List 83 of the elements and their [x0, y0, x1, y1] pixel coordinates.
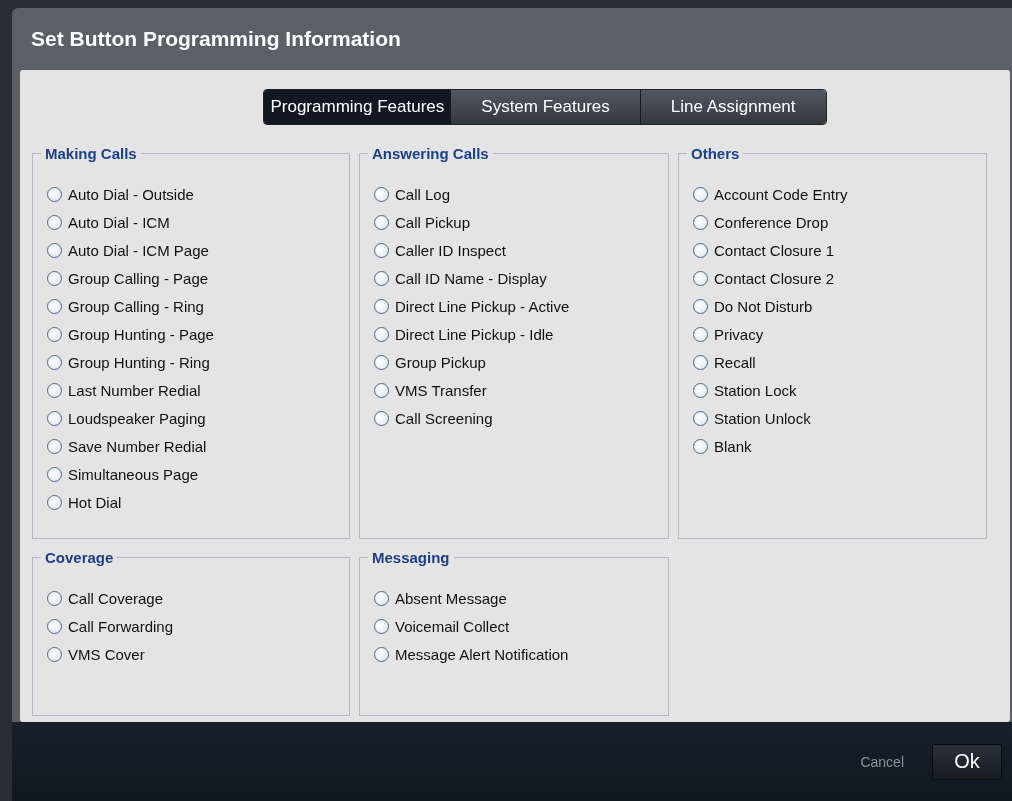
- radio-button[interactable]: [47, 466, 62, 482]
- option-label: Group Pickup: [395, 353, 486, 371]
- radio-button[interactable]: [47, 354, 62, 370]
- option-label: Call Screening: [395, 409, 493, 427]
- radio-button[interactable]: [693, 186, 708, 202]
- tab[interactable]: System Features: [450, 90, 640, 124]
- radio-button[interactable]: [693, 214, 708, 230]
- radio-button[interactable]: [693, 270, 708, 286]
- option-label: Simultaneous Page: [68, 465, 199, 483]
- radio-button[interactable]: [47, 298, 62, 314]
- option-label: Voicemail Collect: [395, 617, 510, 635]
- radio-button[interactable]: [374, 242, 389, 258]
- radio-button[interactable]: [47, 618, 62, 634]
- option-label: Call ID Name - Display: [395, 269, 547, 287]
- tab[interactable]: Programming Features: [264, 90, 451, 124]
- option-label: Call Pickup: [395, 213, 471, 231]
- radio-button[interactable]: [693, 410, 708, 426]
- radio-button[interactable]: [693, 242, 708, 258]
- radio-button[interactable]: [47, 242, 62, 258]
- option-label: Station Lock: [714, 381, 797, 399]
- option-label: Direct Line Pickup - Active: [395, 297, 570, 315]
- option-label: Message Alert Notification: [395, 645, 569, 663]
- option-label: Call Log: [395, 185, 451, 203]
- radio-button[interactable]: [47, 438, 62, 454]
- option-label: Auto Dial - Outside: [68, 185, 194, 203]
- radio-button[interactable]: [374, 186, 389, 202]
- option-label: Last Number Redial: [68, 381, 201, 399]
- option-label: Auto Dial - ICM: [68, 213, 170, 231]
- radio-button[interactable]: [47, 382, 62, 398]
- group-title: Answering Calls: [368, 145, 493, 163]
- option-label: Auto Dial - ICM Page: [68, 241, 209, 259]
- radio-button[interactable]: [374, 590, 389, 606]
- radio-button[interactable]: [47, 590, 62, 606]
- group-title: Making Calls: [41, 145, 141, 163]
- radio-button[interactable]: [47, 646, 62, 662]
- radio-button[interactable]: [693, 438, 708, 454]
- radio-button[interactable]: [374, 214, 389, 230]
- option-label: Absent Message: [395, 589, 507, 607]
- radio-button[interactable]: [47, 326, 62, 342]
- option-label: Caller ID Inspect: [395, 241, 506, 259]
- radio-button[interactable]: [374, 298, 389, 314]
- window-title: Set Button Programming Information: [30, 26, 401, 51]
- option-label: Save Number Redial: [68, 437, 207, 455]
- group-title: Messaging: [368, 549, 454, 567]
- radio-button[interactable]: [47, 410, 62, 426]
- radio-button[interactable]: [374, 382, 389, 398]
- option-label: Station Unlock: [714, 409, 811, 427]
- cancel-button[interactable]: Cancel: [856, 749, 908, 774]
- tab[interactable]: Line Assignment: [639, 90, 826, 124]
- radio-button[interactable]: [693, 298, 708, 314]
- radio-button[interactable]: [374, 646, 389, 662]
- option-label: VMS Cover: [68, 645, 145, 663]
- option-label: Hot Dial: [68, 493, 122, 511]
- option-label: Loudspeaker Paging: [68, 409, 206, 427]
- radio-button[interactable]: [374, 270, 389, 286]
- radio-button[interactable]: [374, 354, 389, 370]
- radio-button[interactable]: [47, 270, 62, 286]
- option-label: Blank: [714, 437, 752, 455]
- radio-button[interactable]: [374, 326, 389, 342]
- radio-button[interactable]: [47, 214, 62, 230]
- option-label: Contact Closure 2: [714, 269, 835, 287]
- option-label: Call Coverage: [68, 589, 164, 607]
- radio-button[interactable]: [47, 494, 62, 510]
- option-label: Do Not Disturb: [714, 297, 813, 315]
- option-label: VMS Transfer: [395, 381, 487, 399]
- radio-button[interactable]: [374, 618, 389, 634]
- option-label: Privacy: [714, 325, 764, 343]
- option-label: Recall: [714, 353, 756, 371]
- option-label: Group Calling - Ring: [68, 297, 204, 315]
- option-label: Direct Line Pickup - Idle: [395, 325, 554, 343]
- option-label: Call Forwarding: [68, 617, 174, 635]
- radio-button[interactable]: [47, 186, 62, 202]
- radio-button[interactable]: [693, 382, 708, 398]
- option-label: Conference Drop: [714, 213, 829, 231]
- option-label: Contact Closure 1: [714, 241, 835, 259]
- ok-button[interactable]: Ok: [932, 743, 1002, 780]
- option-label: Group Hunting - Ring: [68, 353, 210, 371]
- radio-button[interactable]: [374, 410, 389, 426]
- option-label: Group Calling - Page: [68, 269, 209, 287]
- radio-button[interactable]: [693, 326, 708, 342]
- option-label: Group Hunting - Page: [68, 325, 214, 343]
- option-label: Account Code Entry: [714, 185, 848, 203]
- radio-button[interactable]: [693, 354, 708, 370]
